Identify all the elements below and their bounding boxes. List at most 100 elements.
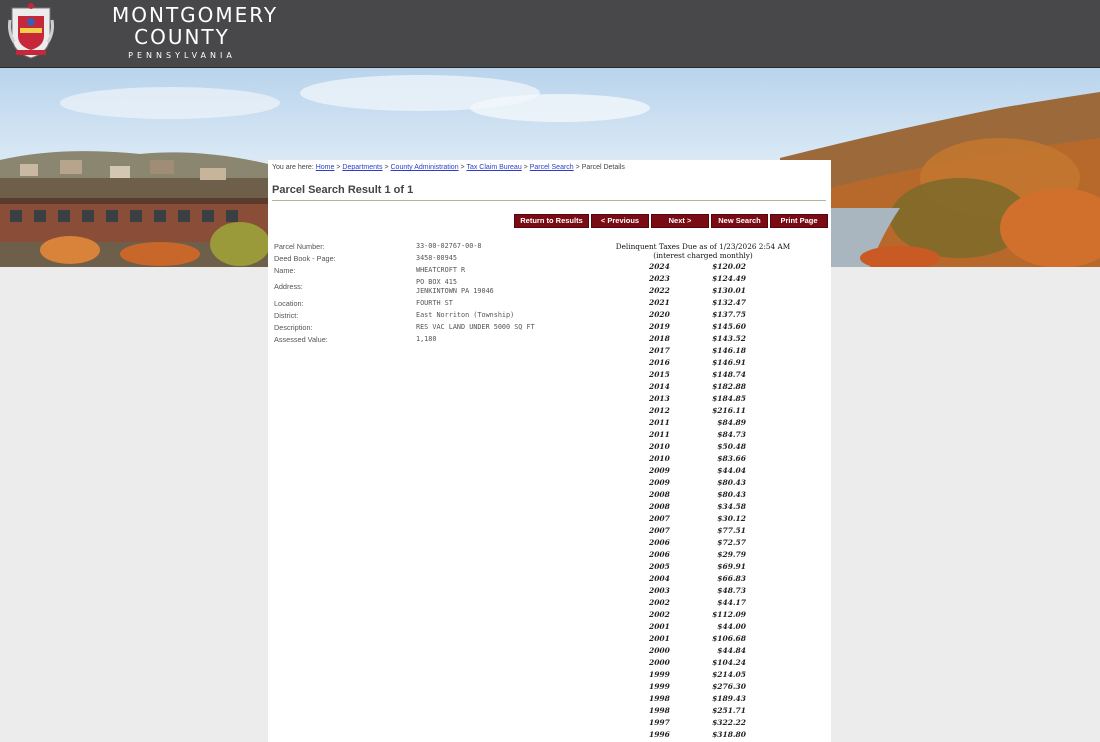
breadcrumb-departments-link[interactable]: Departments — [342, 164, 382, 171]
breadcrumb-current: Parcel Details — [581, 164, 625, 171]
title-divider — [272, 200, 826, 201]
tax-year: 2007 — [649, 526, 670, 535]
tax-row: 2016 $146.91 — [628, 358, 758, 370]
return-to-results-button[interactable]: Return to Results — [514, 214, 589, 228]
district-value: East Norriton (Township) — [416, 311, 515, 319]
tax-row: 1996 $318.80 — [628, 730, 758, 742]
tax-amount: $106.68 — [712, 634, 746, 643]
brand-line-1: MONTGOMERY — [112, 3, 279, 27]
description-value: RES VAC LAND UNDER 5000 SQ FT — [416, 323, 535, 331]
tax-amount: $184.85 — [712, 394, 746, 403]
tax-year: 2015 — [649, 370, 670, 379]
tax-amount: $137.75 — [712, 310, 746, 319]
tax-amount: $132.47 — [712, 298, 746, 307]
previous-button[interactable]: < Previous — [591, 214, 649, 228]
tax-year: 2010 — [649, 454, 670, 463]
tax-row: 1998 $251.71 — [628, 706, 758, 718]
tax-amount: $146.91 — [712, 358, 746, 367]
delinquent-taxes-note: (interest charged monthly) — [653, 251, 753, 260]
tax-amount: $124.49 — [712, 274, 746, 283]
tax-amount: $69.91 — [717, 562, 746, 571]
tax-amount: $251.71 — [712, 706, 746, 715]
next-button[interactable]: Next > — [651, 214, 709, 228]
tax-row: 2005 $69.91 — [628, 562, 758, 574]
brand-line-3: PENNSYLVANIA — [128, 51, 236, 60]
tax-amount: $120.02 — [712, 262, 746, 271]
breadcrumb-home-link[interactable]: Home — [316, 164, 335, 171]
tax-year: 2011 — [649, 418, 670, 427]
tax-year: 1998 — [649, 706, 670, 715]
tax-amount: $72.57 — [717, 538, 746, 547]
breadcrumb-tax-claim-bureau-link[interactable]: Tax Claim Bureau — [466, 164, 521, 171]
tax-amount: $276.30 — [712, 682, 746, 691]
description-label: Description: — [274, 323, 313, 332]
site-header: MONTGOMERY COUNTY PENNSYLVANIA — [0, 0, 1100, 68]
tax-year: 1999 — [649, 670, 670, 679]
tax-year: 2017 — [649, 346, 670, 355]
new-search-button[interactable]: New Search — [711, 214, 768, 228]
tax-amount: $148.74 — [712, 370, 746, 379]
county-wordmark[interactable]: MONTGOMERY COUNTY PENNSYLVANIA — [112, 3, 279, 62]
deed-label: Deed Book - Page: — [274, 254, 336, 263]
tax-year: 2023 — [649, 274, 670, 283]
tax-year: 2000 — [649, 658, 670, 667]
tax-year: 2009 — [649, 478, 670, 487]
tax-year: 2003 — [649, 586, 670, 595]
tax-row: 1999 $276.30 — [628, 682, 758, 694]
tax-row: 2009 $44.04 — [628, 466, 758, 478]
tax-row: 2006 $29.79 — [628, 550, 758, 562]
delinquent-taxes-table: 2024 $120.02 2023 $124.49 2022 $130.01 2021 $13… — [628, 262, 758, 742]
tax-row: 2023 $124.49 — [628, 274, 758, 286]
tax-row: 2001 $106.68 — [628, 634, 758, 646]
tax-row: 2009 $80.43 — [628, 478, 758, 490]
tax-row: 2003 $48.73 — [628, 586, 758, 598]
tax-row: 1997 $322.22 — [628, 718, 758, 730]
assessed-value: 1,180 — [416, 335, 437, 343]
breadcrumb-parcel-search-link[interactable]: Parcel Search — [530, 164, 574, 171]
breadcrumb-separator: > — [336, 164, 341, 171]
tax-year: 2020 — [649, 310, 670, 319]
tax-year: 1999 — [649, 682, 670, 691]
tax-amount: $44.00 — [717, 622, 746, 631]
tax-year: 2001 — [649, 622, 670, 631]
tax-year: 2006 — [649, 538, 670, 547]
tax-row: 2007 $77.51 — [628, 526, 758, 538]
address-value: PO BOX 415 JENKINTOWN PA 19046 — [416, 278, 494, 296]
tax-amount: $30.12 — [717, 514, 746, 523]
tax-amount: $130.01 — [712, 286, 746, 295]
tax-amount: $145.60 — [712, 322, 746, 331]
tax-amount: $112.09 — [712, 610, 746, 619]
tax-amount: $104.24 — [712, 658, 746, 667]
tax-year: 2002 — [649, 598, 670, 607]
breadcrumb-separator: > — [523, 164, 528, 171]
tax-row: 2011 $84.89 — [628, 418, 758, 430]
tax-row: 2000 $44.84 — [628, 646, 758, 658]
tax-row: 2008 $80.43 — [628, 490, 758, 502]
tax-amount: $80.43 — [717, 478, 746, 487]
tax-year: 2024 — [649, 262, 670, 271]
tax-row: 2020 $137.75 — [628, 310, 758, 322]
tax-year: 2000 — [649, 646, 670, 655]
print-page-button[interactable]: Print Page — [770, 214, 828, 228]
tax-amount: $48.73 — [717, 586, 746, 595]
tax-row: 2004 $66.83 — [628, 574, 758, 586]
tax-row: 2000 $104.24 — [628, 658, 758, 670]
tax-row: 2021 $132.47 — [628, 298, 758, 310]
tax-year: 2007 — [649, 514, 670, 523]
page-title: Parcel Search Result 1 of 1 — [272, 184, 414, 196]
location-label: Location: — [274, 299, 304, 308]
tax-row: 2010 $83.66 — [628, 454, 758, 466]
tax-row: 2001 $44.00 — [628, 622, 758, 634]
tax-row: 1998 $189.43 — [628, 694, 758, 706]
delinquent-taxes-title: Delinquent Taxes Due as of 1/23/2026 2:5… — [615, 242, 791, 251]
county-seal-logo[interactable] — [6, 2, 56, 60]
tax-year: 2002 — [649, 610, 670, 619]
tax-row: 2012 $216.11 — [628, 406, 758, 418]
tax-year: 2010 — [649, 442, 670, 451]
breadcrumb-prefix: You are here: — [272, 164, 314, 171]
delinquent-taxes-heading: Delinquent Taxes Due as of 1/23/2026 2:5… — [608, 242, 798, 260]
breadcrumb-county-administration-link[interactable]: County Administration — [391, 164, 459, 171]
tax-year: 2009 — [649, 466, 670, 475]
tax-amount: $318.80 — [712, 730, 746, 739]
tax-row: 2008 $34.58 — [628, 502, 758, 514]
